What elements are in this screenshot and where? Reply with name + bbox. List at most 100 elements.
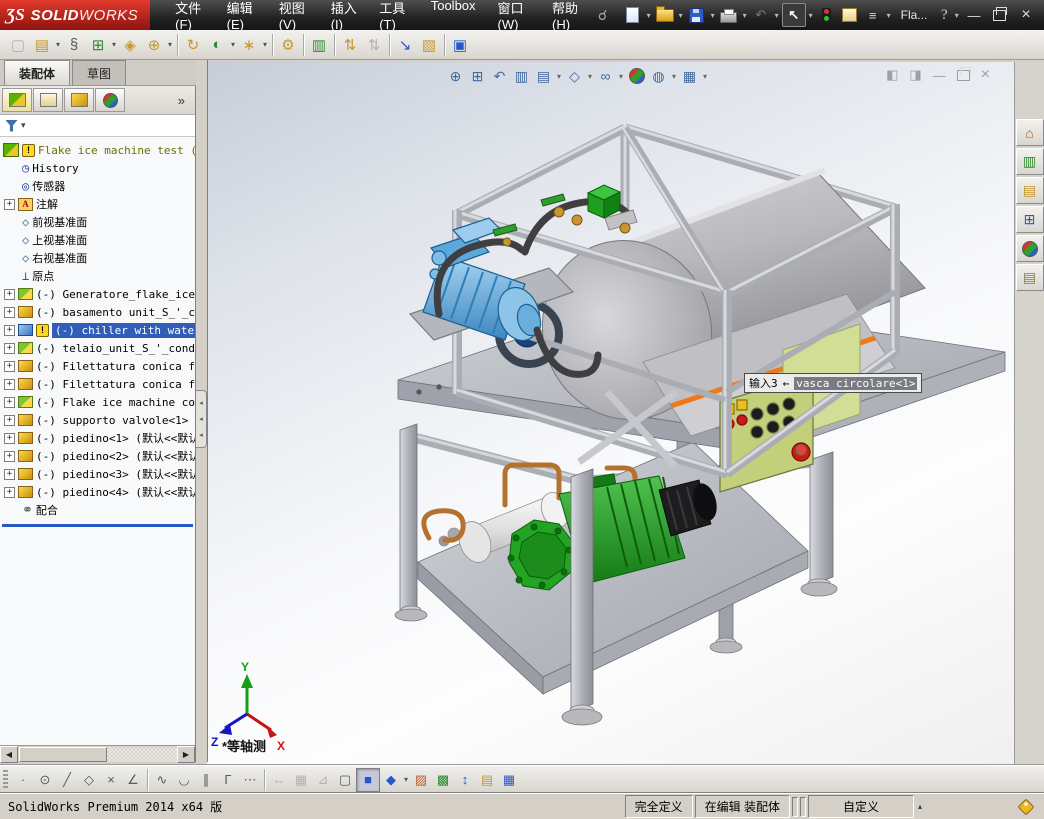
- split-pane-left-icon[interactable]: ◧: [886, 67, 898, 83]
- smart-dimension-icon[interactable]: ↔: [268, 769, 290, 791]
- display-style-caret[interactable]: ▾: [586, 72, 594, 81]
- undo-caret[interactable]: ▾: [773, 11, 781, 20]
- scroll-track[interactable]: [107, 746, 177, 762]
- tree-item-generatore[interactable]: + (-) Generatore_flake_ice (: [0, 285, 195, 303]
- view-orientation-caret[interactable]: ▾: [555, 72, 563, 81]
- socket[interactable]: [766, 402, 780, 416]
- design-library-icon[interactable]: ▥: [1015, 148, 1044, 175]
- tree-item-telaio[interactable]: + (-) telaio_unit_S_'_conde: [0, 339, 195, 357]
- select-button[interactable]: ↖: [781, 3, 806, 27]
- sketch-relations-icon[interactable]: ∠: [122, 769, 144, 791]
- socket[interactable]: [766, 420, 780, 434]
- save-button[interactable]: [686, 4, 708, 26]
- close-button[interactable]: ×: [1016, 6, 1036, 24]
- help-button[interactable]: ?: [935, 4, 953, 26]
- equations-icon[interactable]: ▦: [498, 769, 520, 791]
- pattern-caret[interactable]: ▾: [110, 40, 118, 49]
- print-button[interactable]: [718, 4, 740, 26]
- file-explorer-icon[interactable]: ▤: [1015, 177, 1044, 204]
- corner-rectangle-icon[interactable]: Γ: [217, 769, 239, 791]
- tree-item-piedino-4[interactable]: + (-) piedino<4> (默认<<默认: [0, 483, 195, 501]
- print-caret[interactable]: ▾: [741, 11, 749, 20]
- tree-item-filettatura-1[interactable]: + (-) Filettatura conica fer: [0, 357, 195, 375]
- move-caret[interactable]: ▾: [166, 40, 174, 49]
- rollback-bar[interactable]: [2, 524, 193, 527]
- expand-icon[interactable]: +: [4, 288, 15, 300]
- hide-show-caret[interactable]: ▾: [617, 72, 625, 81]
- tree-item-piedino-2[interactable]: + (-) piedino<2> (默认<<默认: [0, 447, 195, 465]
- expand-icon[interactable]: +: [4, 414, 15, 426]
- filter-icon[interactable]: [5, 119, 18, 132]
- previous-view-icon[interactable]: ↶: [489, 66, 510, 87]
- menu-toolbox[interactable]: Toolbox: [420, 0, 487, 37]
- new-caret[interactable]: ▾: [645, 11, 653, 20]
- rebuild-button[interactable]: [816, 4, 838, 26]
- tree-item-assembly-root[interactable]: ! Flake ice machine test (: [0, 141, 195, 159]
- tab-assembly[interactable]: 装配体: [4, 60, 71, 85]
- custom-cell[interactable]: 自定义: [807, 795, 914, 818]
- show-hidden-caret[interactable]: ▾: [229, 40, 237, 49]
- menu-help[interactable]: 帮助(H): [541, 0, 594, 37]
- tree-item-right-plane[interactable]: ◇ 右视基准面: [0, 249, 195, 267]
- select-caret[interactable]: ▾: [807, 11, 815, 20]
- grid-snap-icon[interactable]: ▦: [290, 769, 312, 791]
- mirror-entities-icon[interactable]: ∥: [195, 769, 217, 791]
- tab-configurationmanager[interactable]: [64, 88, 94, 112]
- insert-component-icon[interactable]: ▢: [6, 33, 30, 57]
- view-palette-icon[interactable]: ⊞: [1015, 206, 1044, 233]
- help-caret[interactable]: ▾: [953, 11, 960, 20]
- socket[interactable]: [750, 407, 764, 421]
- yellow-switch[interactable]: [736, 399, 748, 411]
- tree-item-flake-component[interactable]: + (-) Flake ice machine comp: [0, 393, 195, 411]
- view-orientation-cube-icon[interactable]: ◆: [380, 769, 402, 791]
- open-part-icon[interactable]: ▤: [30, 33, 54, 57]
- tree-item-chiller[interactable]: + ! (-) chiller with water: [0, 321, 195, 339]
- display-style-icon[interactable]: ◇: [564, 66, 585, 87]
- electrical-box[interactable]: [586, 184, 622, 219]
- socket[interactable]: [782, 397, 796, 411]
- scroll-thumb[interactable]: [19, 746, 107, 762]
- tab-featuremanager-design-tree[interactable]: [2, 88, 32, 112]
- zoom-to-area-icon[interactable]: ⊞: [467, 66, 488, 87]
- expand-icon[interactable]: +: [4, 342, 15, 354]
- menu-view[interactable]: 视图(V): [268, 0, 320, 37]
- point-icon[interactable]: ·: [12, 769, 34, 791]
- tree-horizontal-scrollbar[interactable]: ◀ ▶: [0, 745, 195, 763]
- smart-fasteners-icon[interactable]: ◈: [118, 33, 142, 57]
- open-caret[interactable]: ▾: [677, 11, 685, 20]
- menu-window[interactable]: 窗口(W): [487, 0, 542, 37]
- apply-scene-caret[interactable]: ▾: [670, 72, 678, 81]
- tab-sketch[interactable]: 草图: [72, 60, 127, 85]
- options-button[interactable]: ≡: [862, 4, 884, 26]
- restore-button[interactable]: [990, 6, 1010, 24]
- panel-overflow-chevron[interactable]: »: [178, 93, 185, 108]
- custom-caret[interactable]: ▴: [918, 802, 922, 811]
- expand-icon[interactable]: +: [4, 324, 15, 336]
- tab-displaymanager[interactable]: [95, 88, 125, 112]
- tree-item-basamento[interactable]: + (-) basamento unit_S_'_co: [0, 303, 195, 321]
- tree-item-front-plane[interactable]: ◇ 前视基准面: [0, 213, 195, 231]
- display-caret[interactable]: ▾: [402, 775, 410, 784]
- expand-icon[interactable]: +: [4, 432, 15, 444]
- mass-properties-icon[interactable]: ▤: [476, 769, 498, 791]
- mate-icon[interactable]: §: [62, 33, 86, 57]
- filter-caret[interactable]: ▾: [21, 120, 26, 131]
- sketch-fillet-icon[interactable]: ◡: [173, 769, 195, 791]
- tree-item-piedino-3[interactable]: + (-) piedino<3> (默认<<默认: [0, 465, 195, 483]
- options-caret[interactable]: ▾: [885, 11, 893, 20]
- expand-icon[interactable]: +: [4, 306, 15, 318]
- trim-entities-icon[interactable]: ×: [100, 769, 122, 791]
- socket[interactable]: [750, 425, 764, 439]
- interference-detection-bottom-icon[interactable]: ▩: [432, 769, 454, 791]
- tree-item-filettatura-2[interactable]: + (-) Filettatura conica fer: [0, 375, 195, 393]
- undo-button[interactable]: ↶: [750, 4, 772, 26]
- measure-icon[interactable]: ↕: [454, 769, 476, 791]
- tree-item-top-plane[interactable]: ◇ 上视基准面: [0, 231, 195, 249]
- expand-icon[interactable]: +: [4, 468, 15, 480]
- appearances-scenes-icon[interactable]: [1015, 235, 1044, 262]
- panel-splitter[interactable]: ◂ ◂ ◂: [196, 60, 208, 762]
- features-caret[interactable]: ▾: [261, 40, 269, 49]
- menu-edit[interactable]: 编辑(E): [216, 0, 268, 37]
- view-settings-caret[interactable]: ▾: [701, 72, 709, 81]
- toolbar-grip[interactable]: [3, 769, 8, 790]
